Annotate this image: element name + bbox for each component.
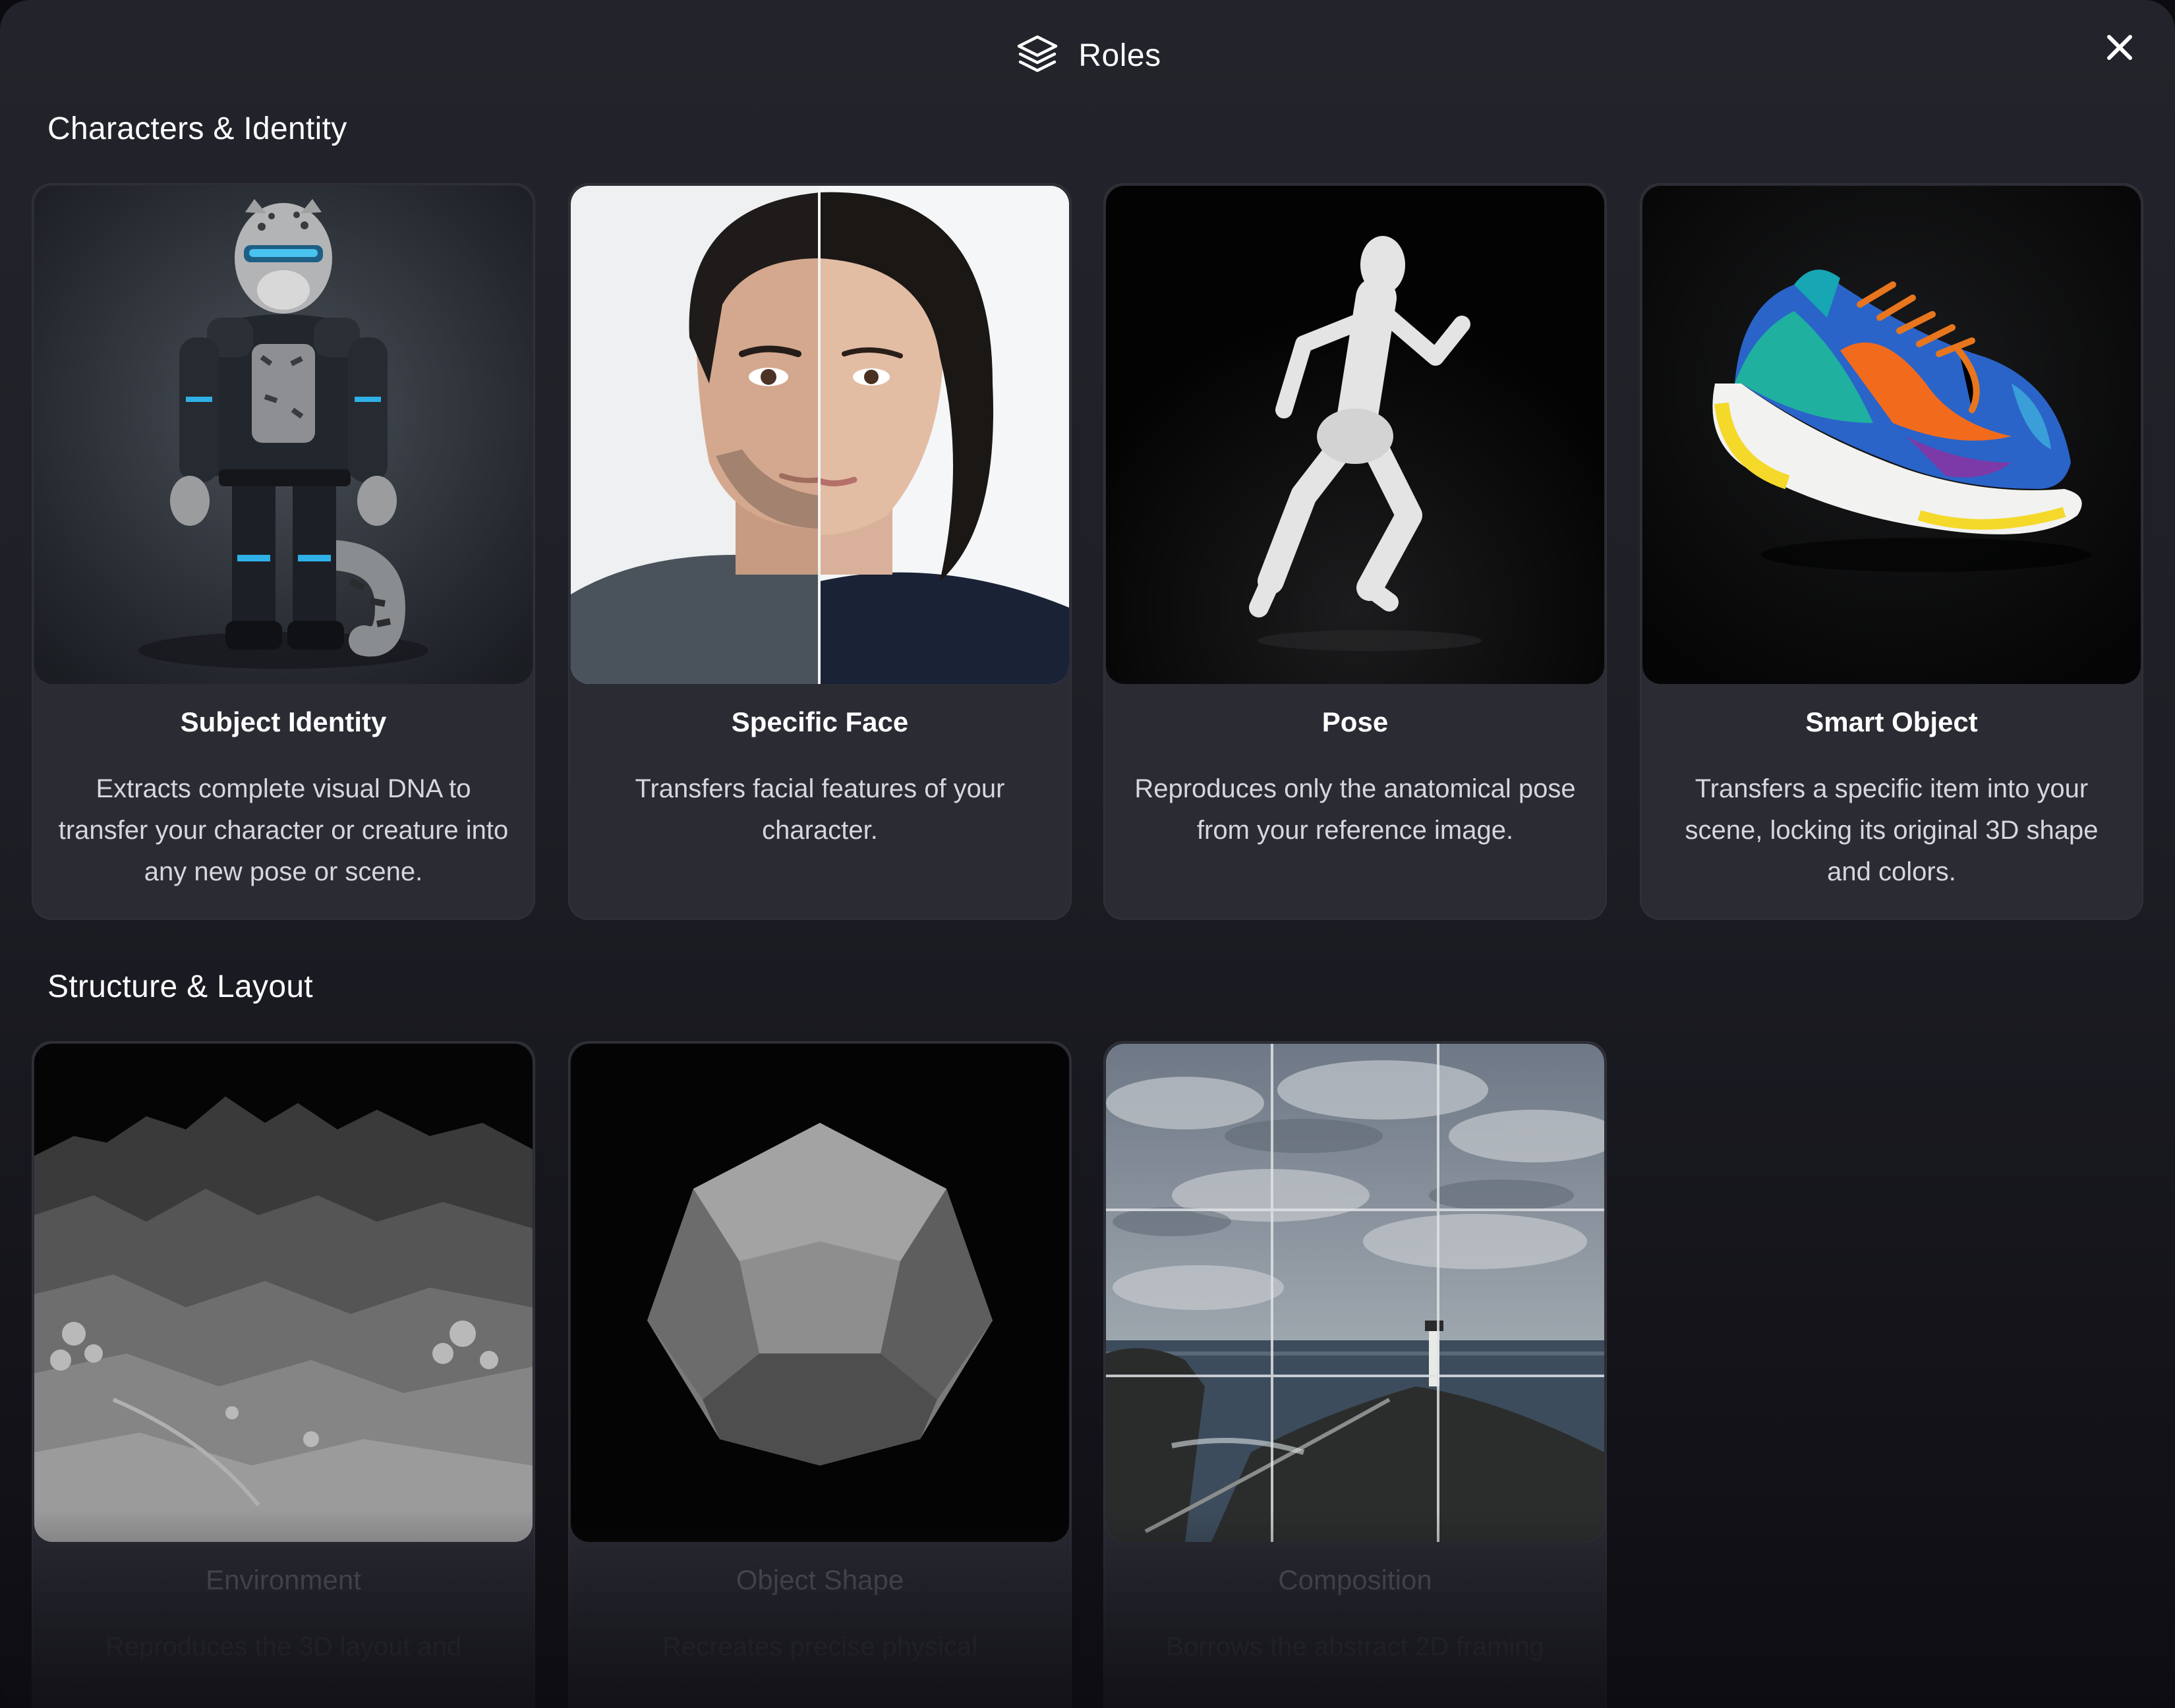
card-title: Smart Object	[1805, 706, 1978, 737]
card-description: Reproduces the 3D layout and	[105, 1632, 462, 1661]
roles-dialog: Roles Characters & Identity Subject Iden…	[0, 0, 2175, 1708]
role-card-specific-face[interactable]: Specific Face Transfers facial features …	[568, 183, 1072, 920]
role-card-object-shape[interactable]: Object Shape Recreates precise physical	[568, 1041, 1072, 1708]
card-description: Transfers a specific item into your scen…	[1685, 774, 2099, 886]
dialog-title: Roles	[1078, 38, 1161, 73]
role-card-composition[interactable]: Composition Borrows the abstract 2D fram…	[1103, 1041, 1607, 1708]
card-title: Composition	[1278, 1564, 1432, 1595]
card-description: Reproduces only the anatomical pose from…	[1134, 774, 1576, 845]
role-card-environment[interactable]: Environment Reproduces the 3D layout and	[32, 1041, 535, 1708]
card-description: Transfers facial features of your charac…	[635, 774, 1005, 845]
card-image-smart-object	[1642, 186, 2141, 684]
close-button[interactable]	[2099, 26, 2141, 69]
role-card-subject-identity[interactable]: Subject Identity Extracts complete visua…	[32, 183, 535, 920]
card-title: Pose	[1321, 706, 1389, 737]
card-image-specific-face	[571, 186, 1069, 684]
layers-icon	[1014, 32, 1061, 79]
card-image-object-shape	[571, 1044, 1069, 1542]
card-title: Subject Identity	[180, 706, 387, 737]
card-image-subject-identity	[34, 186, 533, 684]
close-icon	[2107, 35, 2132, 60]
card-title: Environment	[206, 1564, 361, 1595]
role-card-pose[interactable]: Pose Reproduces only the anatomical pose…	[1103, 183, 1607, 920]
card-image-pose	[1106, 186, 1604, 684]
card-title: Object Shape	[736, 1564, 904, 1595]
card-description: Borrows the abstract 2D framing	[1166, 1632, 1544, 1661]
card-image-environment	[34, 1044, 533, 1542]
card-image-composition	[1106, 1044, 1604, 1542]
dialog-header: Roles	[0, 24, 2175, 87]
role-card-smart-object[interactable]: Smart Object Transfers a specific item i…	[1640, 183, 2143, 920]
card-description: Recreates precise physical	[662, 1632, 977, 1661]
section-title-structure-layout: Structure & Layout	[47, 969, 313, 1004]
card-description: Extracts complete visual DNA to transfer…	[58, 774, 509, 886]
section-title-characters-identity: Characters & Identity	[47, 111, 347, 146]
card-title: Specific Face	[731, 706, 909, 737]
